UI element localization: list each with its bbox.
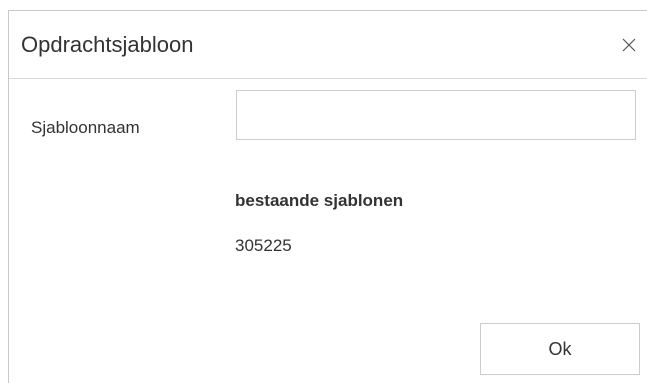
template-dialog: Opdrachtsjabloon Sjabloonnaam bestaande … xyxy=(8,10,647,383)
existing-templates-heading: bestaande sjablonen xyxy=(235,191,404,210)
ok-button[interactable]: Ok xyxy=(480,323,640,375)
existing-template-item[interactable]: 305225 xyxy=(235,236,292,256)
close-icon xyxy=(622,38,636,52)
template-name-label: Sjabloonnaam xyxy=(31,118,140,137)
dialog-titlebar: Opdrachtsjabloon xyxy=(9,11,647,79)
dialog-title: Opdrachtsjabloon xyxy=(21,32,194,57)
template-name-input[interactable] xyxy=(236,90,636,140)
close-button[interactable] xyxy=(617,33,641,57)
